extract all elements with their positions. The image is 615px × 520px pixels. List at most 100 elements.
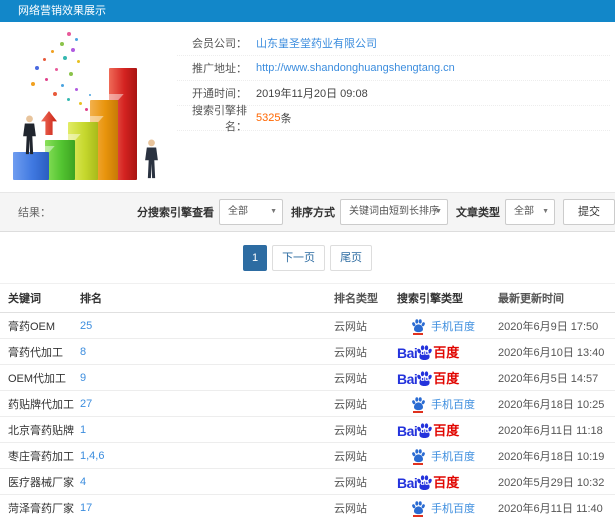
rank-cell: 1 [80,424,334,436]
rank-count-unit: 条 [280,113,292,125]
baidu-paw-icon [411,500,426,517]
illustration-bar-blue [13,152,49,180]
submit-button[interactable]: 提交 [563,199,615,225]
engine-filter-value: 全部 [228,206,248,217]
updated-cell: 2020年6月18日 10:25 [498,398,605,411]
baidu-logo-cn: 百度 [433,371,460,386]
table-header-row: 关键词 排名 排名类型 搜索引擎类型 最新更新时间 [0,284,615,313]
baidu-logo-bai: Bai [397,371,418,387]
rank-type-cell: 云网站 [334,398,367,411]
confetti-dot [89,94,91,96]
engine-cell: Bai du 百度 [397,342,498,361]
rank-link[interactable]: 17 [80,502,92,514]
baidu-logo-bai: Bai [397,423,418,439]
baidu-paw-icon [411,448,426,465]
sort-filter-label: 排序方式 [291,207,335,219]
engine-cell: Bai du 百度 [397,420,498,439]
table-row: 膏药OEM 25 云网站 手机百度 2020年6月9日 17:50 [0,313,615,339]
mobile-baidu-badge: 手机百度 [397,500,475,517]
baidu-paw-icon [411,318,426,335]
baidu-logo: Bai du 百度 [397,472,459,491]
info-link-value[interactable]: 山东皇圣堂药业有限公司 [256,35,377,51]
window-title-bar: 网络营销效果展示 [0,0,615,22]
rank-link[interactable]: 4 [80,476,86,488]
confetti-dot [53,92,57,96]
info-link-value[interactable]: http://www.shandonghuangshengtang.cn [256,62,455,74]
baidu-red-underline [413,515,423,517]
baidu-red-underline [413,463,423,465]
growth-chart-illustration [5,30,187,188]
confetti-dot [77,60,80,63]
engine-cell: 手机百度 [397,396,498,413]
rank-link[interactable]: 1,4,6 [80,450,104,462]
info-row: 搜索引擎排名： 5325 条 [177,105,610,133]
baidu-paw-icon [411,396,426,413]
engine-cell: 手机百度 [397,318,498,335]
page-number-current[interactable]: 1 [242,244,268,271]
confetti-dot [61,84,64,87]
sort-filter-value: 关键词由短到长排序 [349,206,439,217]
rank-link[interactable]: 27 [80,398,92,410]
baidu-logo-cn: 百度 [433,475,460,490]
confetti-dot [67,98,70,101]
info-text-value: 2019年11月20日 09:08 [256,88,368,100]
updated-cell: 2020年6月5日 14:57 [498,372,599,385]
keyword-cell: 枣庄膏药加工 [8,450,74,463]
keyword-cell: 北京膏药贴牌 [8,424,74,437]
rank-cell: 8 [80,346,334,358]
confetti-dot [85,108,88,111]
rank-cell: 1,4,6 [80,450,334,462]
result-label: 结果： [18,207,51,219]
confetti-dot [69,72,73,76]
rank-type-cell: 云网站 [334,502,367,515]
table-row: 枣庄膏药加工 1,4,6 云网站 手机百度 2020年6月18日 10:19 [0,443,615,469]
rank-cell: 4 [80,476,334,488]
rank-cell: 17 [80,502,334,514]
rank-link[interactable]: 9 [80,372,86,384]
rank-count-value: 5325 [256,112,281,124]
info-label: 会员公司： [192,38,247,50]
baidu-logo-du: du [420,376,430,383]
rank-type-cell: 云网站 [334,450,367,463]
column-header: 关键词 [8,293,41,305]
sort-filter-select[interactable]: 关键词由短到长排序 ▼ [340,199,448,225]
rank-link[interactable]: 8 [80,346,86,358]
mobile-baidu-badge: 手机百度 [397,448,475,465]
last-page-button[interactable]: 尾页 [330,244,373,271]
engine-filter-select[interactable]: 全部 ▼ [219,199,283,225]
page-title: 网络营销效果展示 [18,5,106,17]
table-row: 药贴牌代加工 27 云网站 手机百度 2020年6月18日 10:25 [0,391,615,417]
rank-link[interactable]: 1 [80,424,86,436]
rank-type-cell: 云网站 [334,372,367,385]
info-label: 推广地址： [192,63,247,75]
keyword-cell: 膏药OEM [8,320,56,333]
keyword-cell: 药贴牌代加工 [8,398,74,411]
filter-group: 分搜索引擎查看 全部 ▼ 排序方式 关键词由短到长排序 ▼ 文章类型 全部 ▼ … [129,199,615,225]
rank-type-cell: 云网站 [334,424,367,437]
baidu-logo: Bai du 百度 [397,342,459,361]
rank-link[interactable]: 25 [80,320,92,332]
up-arrow-icon [41,111,57,135]
baidu-paw-icon: du [416,370,433,387]
confetti-dot [55,68,58,71]
article-type-filter-select[interactable]: 全部 ▼ [505,199,555,225]
engine-cell: Bai du 百度 [397,368,498,387]
keyword-rank-table: 关键词 排名 排名类型 搜索引擎类型 最新更新时间 膏药OEM 25 云网站 手机 [0,283,615,520]
businessman-left-icon [23,115,36,155]
confetti-dot [43,58,46,61]
baidu-paw-icon: du [416,422,433,439]
mobile-baidu-label: 手机百度 [431,450,475,463]
baidu-logo-du: du [420,480,430,487]
confetti-dot [71,48,75,52]
mobile-baidu-badge: 手机百度 [397,318,475,335]
mobile-baidu-label: 手机百度 [431,502,475,515]
next-page-button[interactable]: 下一页 [272,244,326,271]
businessman-right-icon [145,139,158,179]
table-row: 北京膏药贴牌 1 云网站 Bai du 百度 2020年6月11日 11:18 [0,417,615,443]
confetti-dot [79,102,82,105]
confetti-dot [75,38,78,41]
baidu-logo: Bai du 百度 [397,368,459,387]
confetti-dot [60,42,64,46]
rank-cell: 9 [80,372,334,384]
table-row: 医疗器械厂家 4 云网站 Bai du 百度 2020年5月29日 10:32 [0,469,615,495]
